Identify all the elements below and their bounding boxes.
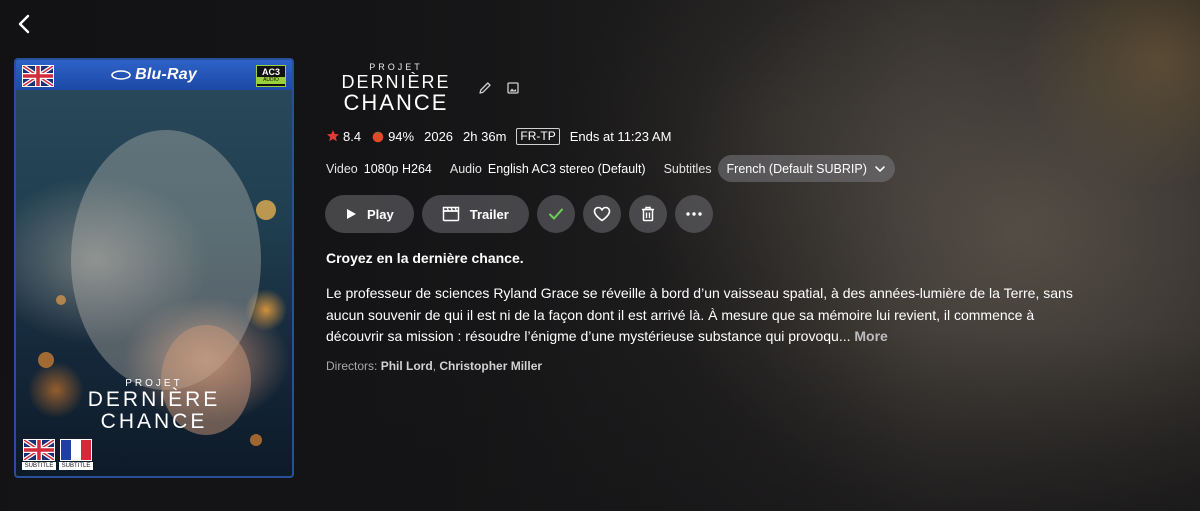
- logo-line1: DERNIÈRE: [341, 72, 451, 92]
- overview: Le professeur de sciences Ryland Grace s…: [326, 283, 1086, 348]
- bluray-disc-icon: [111, 70, 131, 80]
- uk-flag-icon: [22, 65, 54, 87]
- chevron-left-icon: [18, 14, 30, 34]
- director-link[interactable]: Phil Lord: [381, 359, 433, 373]
- mark-watched-button[interactable]: [536, 195, 575, 233]
- stream-info-row: Video 1080p H264 Audio English AC3 stere…: [326, 155, 895, 182]
- poster-format-bar: Blu-Ray: [16, 60, 292, 90]
- image-icon: [507, 82, 519, 94]
- subtitle-badge-label: SUBTITLE: [22, 462, 56, 470]
- star-icon: [327, 130, 339, 142]
- runtime: 2h 36m: [463, 128, 507, 144]
- audio-codec-badge: AC3 AUDIO: [256, 65, 286, 87]
- action-buttons: Play Trailer: [325, 195, 713, 233]
- play-button-label: Play: [367, 206, 394, 222]
- critic-rating: 94%: [371, 129, 414, 144]
- subtitle-badge-uk: SUBTITLE: [22, 439, 56, 470]
- edit-metadata-button[interactable]: [478, 81, 492, 100]
- france-flag-icon: [60, 439, 92, 461]
- more-options-button[interactable]: [674, 195, 713, 233]
- clapperboard-icon: [442, 206, 459, 222]
- audio-value: English AC3 stereo (Default): [487, 161, 646, 176]
- directors-line: Directors: Phil Lord, Christopher Miller: [326, 359, 542, 373]
- play-button[interactable]: Play: [325, 195, 414, 233]
- uk-flag-icon: [23, 439, 55, 461]
- community-rating-value: 8.4: [343, 128, 362, 144]
- delete-button[interactable]: [628, 195, 667, 233]
- trash-icon: [641, 206, 654, 222]
- logo-small-text: PROJET: [369, 62, 423, 72]
- director-link[interactable]: Christopher Miller: [439, 359, 542, 373]
- favorite-button[interactable]: [582, 195, 621, 233]
- audio-label: Audio: [449, 161, 482, 176]
- subtitles-selected-value: French (Default SUBRIP): [726, 161, 867, 176]
- community-rating: 8.4: [326, 129, 361, 144]
- subtitles-label: Subtitles: [663, 161, 712, 176]
- critic-rating-value: 94%: [388, 128, 415, 144]
- certification-badge: FR-TP: [516, 127, 560, 145]
- title-logo: PROJET DERNIÈRE CHANCE: [334, 62, 458, 114]
- back-button[interactable]: [12, 12, 36, 36]
- pencil-icon: [479, 82, 491, 94]
- trailer-button[interactable]: Trailer: [421, 195, 529, 233]
- subtitles-select[interactable]: French (Default SUBRIP): [717, 155, 895, 182]
- overview-text: Le professeur de sciences Ryland Grace s…: [326, 285, 1073, 344]
- poster-title-line1: DERNIÈRE: [87, 388, 221, 411]
- audio-codec-text: AC3: [261, 67, 280, 77]
- release-year: 2026: [424, 128, 454, 144]
- subtitle-badge-fr: SUBTITLE: [59, 439, 93, 470]
- poster-format-label: Blu-Ray: [135, 66, 197, 83]
- heart-icon: [593, 206, 611, 222]
- trailer-button-label: Trailer: [469, 206, 509, 222]
- ends-at: Ends at 11:23 AM: [569, 128, 672, 144]
- logo-line2: CHANCE: [343, 90, 449, 115]
- media-info-row: 8.4 94% 2026 2h 36m FR-TP Ends at 11:23 …: [326, 127, 671, 145]
- overview-more-link[interactable]: More: [854, 328, 887, 344]
- audio-codec-label: AUDIO: [257, 77, 285, 84]
- edit-images-button[interactable]: [506, 81, 520, 100]
- poster-title-line2: CHANCE: [100, 410, 208, 433]
- poster-title: PROJET DERNIÈRE CHANCE: [16, 378, 292, 433]
- more-horizontal-icon: [686, 212, 702, 216]
- checkmark-icon: [548, 208, 563, 220]
- chevron-down-icon: [875, 165, 885, 172]
- play-icon: [347, 209, 356, 219]
- tagline: Croyez en la dernière chance.: [326, 250, 524, 266]
- poster-image[interactable]: Blu-Ray AC3 AUDIO PROJET DERNIÈRE CHANCE: [14, 58, 294, 478]
- directors-label: Directors:: [326, 359, 378, 373]
- video-value: 1080p H264: [363, 161, 432, 176]
- video-label: Video: [326, 161, 358, 176]
- tomato-icon: [372, 131, 384, 143]
- subtitle-badge-label: SUBTITLE: [59, 462, 93, 470]
- directors-separator: ,: [432, 359, 437, 373]
